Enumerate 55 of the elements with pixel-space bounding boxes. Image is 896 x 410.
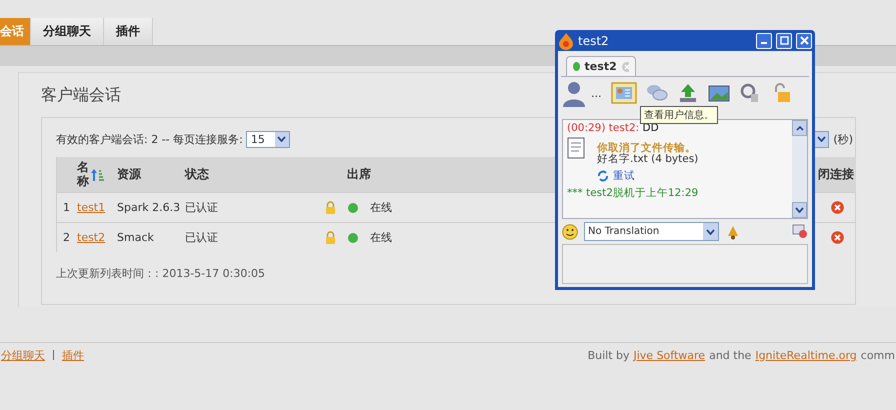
status-message: *** test2脱机于上午12:29 [567,186,698,200]
maximize-icon [780,36,788,45]
unit-label: (秒) [833,132,853,146]
close-session-icon[interactable] [830,201,844,214]
presence-text: 在线 [370,230,392,245]
chat-bubbles-icon[interactable] [646,83,668,103]
nav-tab[interactable]: 插件 [104,18,153,45]
column-header: 闭连接 [818,157,856,192]
nav-tab[interactable]: 分组聊天 [31,18,104,45]
per-page-select[interactable]: 15 [246,130,290,148]
tooltip: 查看用户信息。 [640,106,718,124]
notice-text: 你取消了文件传输。 [597,141,696,154]
column-header[interactable]: 出席 [347,157,427,192]
table-cell: 已认证 [185,201,218,214]
maximize-button[interactable] [776,32,792,48]
column-header[interactable]: 状态 [185,157,347,192]
window-title: test2 [578,34,610,48]
minimize-button[interactable] [756,32,772,48]
sort-ascending-icon[interactable] [91,168,104,182]
file-name: 好名字.txt (4 bytes) [597,153,698,166]
credit-text: and the [709,348,752,362]
presence-text: 在线 [370,200,392,215]
table-cell: Spark 2.6.3 [117,192,185,222]
refresh-icon [597,170,609,182]
retry-link[interactable]: 重试 [613,169,635,183]
flame-icon [558,32,574,50]
translation-select[interactable]: No Translation [584,222,719,241]
column-header[interactable]: 资源 [117,157,185,192]
clear-chat-icon[interactable] [792,224,808,239]
picture-icon[interactable] [708,83,730,103]
table-cell: 已认证 [185,231,218,244]
session-summary: 有效的客户端会话: 2 -- 每页连接服务: [56,132,243,146]
last-updated-text: 上次更新列表时间：: 2013-5-17 0:30:05 [56,266,266,281]
close-session-icon[interactable] [830,231,844,244]
table-cell: Smack [117,222,185,252]
chat-tab[interactable]: test2 [566,56,636,76]
scroll-up-icon[interactable] [796,126,804,130]
more-text: ... [591,86,602,100]
bell-icon[interactable] [725,224,741,240]
contact-card-icon[interactable] [610,82,636,104]
message-input[interactable] [562,244,808,284]
scroll-down-icon [795,207,804,213]
document-icon [567,137,585,159]
credit-text: Built by [588,348,630,362]
smiley-icon[interactable] [562,224,578,240]
credit-text: comm [860,348,895,362]
close-icon [800,36,808,45]
avatar-icon [562,79,586,107]
lock-icon [325,201,336,214]
close-button[interactable] [796,32,812,48]
minimize-icon [761,42,767,44]
row-number: 2 [63,231,70,244]
page-title: 客户端会话 [41,85,121,106]
row-number: 1 [63,201,70,214]
lock-icon [325,231,336,244]
